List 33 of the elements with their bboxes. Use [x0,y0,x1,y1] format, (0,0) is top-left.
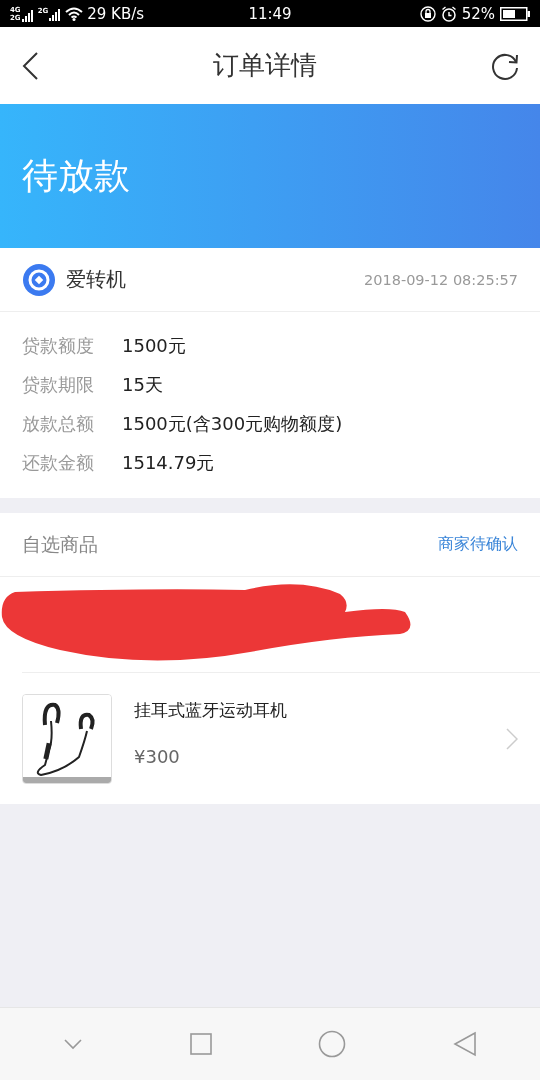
detail-label: 放款总额 [22,411,95,436]
clock-time: 11:49 [248,5,292,23]
order-time: 2018-09-12 08:25:57 [364,271,518,288]
detail-label: 还款金额 [22,450,95,475]
page-title: 订单详情 [213,49,317,82]
detail-value: 1500元(含300元购物额度) [122,411,343,436]
product-price: ¥300 [134,746,181,767]
section-title: 自选商品 [22,531,98,557]
detail-value: 15天 [122,372,163,397]
network-speed: 29 KB/s [87,4,145,23]
merchant-status: 商家待确认 [438,534,518,555]
detail-label: 贷款期限 [22,372,95,397]
back-button[interactable] [20,50,40,81]
detail-value: 1514.79元 [122,450,215,475]
wifi-icon [65,6,84,21]
battery-icon [500,6,530,21]
collapse-button[interactable] [63,1038,84,1050]
signal-icon [49,6,62,21]
battery-percent: 52% [461,4,495,23]
signal-icon [21,7,34,22]
detail-value: 1500元 [122,333,186,358]
product-name: 挂耳式蓝牙运动耳机 [134,699,288,722]
alarm-icon [440,5,457,22]
detail-label: 贷款额度 [22,333,95,358]
chevron-right-icon[interactable] [506,727,518,750]
back-nav-button[interactable] [452,1031,477,1057]
back-icon [20,50,40,81]
merchant-logo [22,262,56,297]
merchant-name: 爱转机 [66,266,127,293]
recents-button[interactable] [189,1033,212,1055]
home-button[interactable] [318,1030,347,1058]
rotation-lock-icon [419,5,436,22]
order-status: 待放款 [22,153,130,198]
